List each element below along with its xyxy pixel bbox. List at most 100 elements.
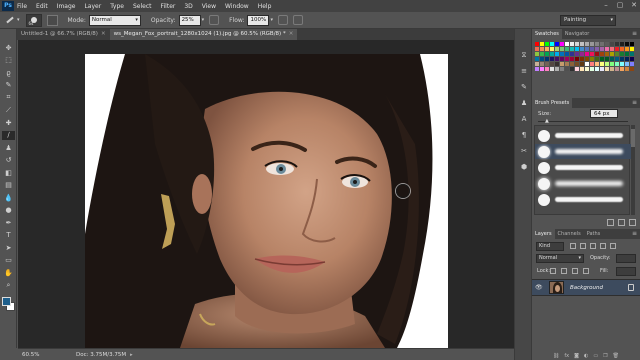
toggle-brush-panel-icon[interactable]: [607, 218, 614, 226]
portrait-photo[interactable]: [85, 54, 448, 348]
eraser-tool-icon[interactable]: ◧: [2, 168, 15, 177]
panel-menu-icon[interactable]: ≡: [632, 29, 637, 39]
lasso-tool-icon[interactable]: ϱ: [2, 68, 15, 77]
brush-preset-picker[interactable]: 64: [25, 13, 42, 27]
color-swatch[interactable]: [630, 67, 635, 72]
mode-select[interactable]: Normal: [88, 14, 141, 26]
menu-type[interactable]: Type: [110, 3, 124, 10]
chevron-down-icon[interactable]: ▾: [17, 17, 20, 23]
brush-preset-item[interactable]: [535, 192, 631, 207]
brush-tool-preset-icon[interactable]: [3, 14, 16, 26]
brush-tool-icon[interactable]: ∕: [2, 130, 15, 140]
filter-type-icon[interactable]: [590, 243, 596, 249]
shape-tool-icon[interactable]: ▭: [2, 256, 15, 265]
lock-position-icon[interactable]: [572, 268, 578, 274]
canvas-area[interactable]: [18, 40, 514, 348]
minimize-icon[interactable]: –: [602, 1, 610, 9]
eyedropper-tool-icon[interactable]: ⟋: [2, 106, 15, 115]
hand-tool-icon[interactable]: ✋: [2, 268, 15, 277]
3d-icon[interactable]: ⬢: [519, 162, 529, 172]
scrollbar-thumb[interactable]: [631, 129, 635, 147]
tab-untitled[interactable]: Untitled-1 @ 66.7% (RGB/8) ✕: [17, 29, 110, 40]
brush-list-scrollbar[interactable]: [631, 125, 635, 215]
zoom-level[interactable]: 60.5%: [22, 352, 52, 358]
pressure-opacity-icon[interactable]: [209, 15, 220, 25]
foreground-color-swatch[interactable]: [2, 297, 11, 306]
brush-panel-icon[interactable]: ✎: [519, 82, 529, 92]
workspace-select[interactable]: Painting: [560, 15, 616, 26]
marquee-tool-icon[interactable]: ⬚: [2, 56, 15, 65]
filter-pixel-icon[interactable]: [570, 243, 576, 249]
gradient-tool-icon[interactable]: ▤: [2, 181, 15, 190]
blend-mode-select[interactable]: Normal: [536, 254, 584, 263]
chevron-right-icon[interactable]: ▸: [130, 352, 133, 358]
clone-source-icon[interactable]: ♟: [519, 98, 529, 108]
brush-size-slider[interactable]: [538, 121, 628, 122]
tab-swatches[interactable]: Swatches: [532, 29, 562, 39]
menu-layer[interactable]: Layer: [84, 3, 101, 10]
close-icon[interactable]: ✕: [101, 31, 106, 37]
history-brush-tool-icon[interactable]: ↺: [2, 156, 15, 165]
clone-stamp-tool-icon[interactable]: ♟: [2, 143, 15, 152]
menu-edit[interactable]: Edit: [36, 3, 48, 10]
menu-image[interactable]: Image: [57, 3, 76, 10]
crop-tool-icon[interactable]: ⌗: [2, 93, 15, 102]
filter-adjustment-icon[interactable]: [580, 243, 586, 249]
tab-channels[interactable]: Channels: [555, 229, 584, 239]
close-icon[interactable]: ✕: [289, 31, 294, 37]
menu-help[interactable]: Help: [258, 3, 272, 10]
pen-tool-icon[interactable]: ✒: [2, 218, 15, 227]
toggle-brush-panel-icon[interactable]: [46, 14, 58, 26]
tab-brush-presets[interactable]: Brush Presets: [532, 98, 573, 108]
layer-style-icon[interactable]: fx: [564, 353, 569, 359]
brush-size-field[interactable]: 64 px: [590, 109, 618, 118]
chevron-down-icon[interactable]: ▾: [270, 17, 273, 23]
lock-all-icon[interactable]: [583, 268, 589, 274]
menu-filter[interactable]: Filter: [161, 3, 176, 10]
layer-row-background[interactable]: 👁 Background: [532, 279, 640, 296]
brush-preset-item[interactable]: [535, 144, 631, 159]
move-tool-icon[interactable]: ✥: [2, 43, 15, 52]
lock-transparent-icon[interactable]: [550, 268, 556, 274]
close-icon[interactable]: ✕: [630, 1, 638, 9]
new-layer-icon[interactable]: ❐: [603, 353, 607, 359]
fill-field[interactable]: [616, 267, 636, 276]
dodge-tool-icon[interactable]: ●: [2, 206, 15, 215]
menu-3d[interactable]: 3D: [184, 3, 192, 10]
lock-image-icon[interactable]: [561, 268, 567, 274]
layer-name[interactable]: Background: [570, 285, 603, 291]
brush-preset-item[interactable]: [535, 176, 631, 191]
layer-opacity-field[interactable]: [616, 254, 636, 263]
flow-field[interactable]: 100%: [247, 14, 270, 26]
tab-portrait[interactable]: ws_Megan_Fox_portrait_1280x1024 (1).jpg …: [109, 29, 298, 40]
filter-kind-select[interactable]: Kind: [536, 241, 564, 251]
properties-icon[interactable]: ≡: [519, 66, 529, 76]
quick-select-tool-icon[interactable]: ✎: [2, 81, 15, 90]
pressure-size-icon[interactable]: [292, 15, 303, 25]
opacity-field[interactable]: 25%: [178, 14, 201, 26]
layer-mask-icon[interactable]: ◙: [574, 353, 579, 359]
history-icon[interactable]: ⧖: [519, 50, 529, 60]
menu-view[interactable]: View: [202, 3, 216, 10]
tool-presets-icon[interactable]: ✂: [519, 146, 529, 156]
trash-icon[interactable]: 🗑: [613, 353, 619, 359]
maximize-icon[interactable]: ▢: [616, 1, 624, 9]
panel-menu-icon[interactable]: ≡: [632, 229, 637, 239]
path-select-tool-icon[interactable]: ➤: [2, 243, 15, 252]
tab-navigator[interactable]: Navigator: [562, 29, 592, 39]
chevron-down-icon[interactable]: ▾: [202, 17, 205, 23]
slider-thumb-icon[interactable]: ▲: [545, 118, 549, 124]
zoom-tool-icon[interactable]: ⌕: [2, 281, 15, 290]
new-preset-icon[interactable]: [618, 218, 625, 226]
eye-icon[interactable]: 👁: [535, 284, 545, 291]
menu-window[interactable]: Window: [225, 3, 249, 10]
filter-shape-icon[interactable]: [600, 243, 606, 249]
type-tool-icon[interactable]: T: [2, 231, 15, 240]
panel-menu-icon[interactable]: ≡: [632, 98, 637, 108]
trash-icon[interactable]: [629, 218, 636, 226]
link-layers-icon[interactable]: ⛓: [553, 353, 559, 359]
tab-paths[interactable]: Paths: [584, 229, 604, 239]
filter-smart-object-icon[interactable]: [610, 243, 616, 249]
tab-layers[interactable]: Layers: [532, 229, 555, 239]
character-icon[interactable]: A: [519, 114, 529, 124]
